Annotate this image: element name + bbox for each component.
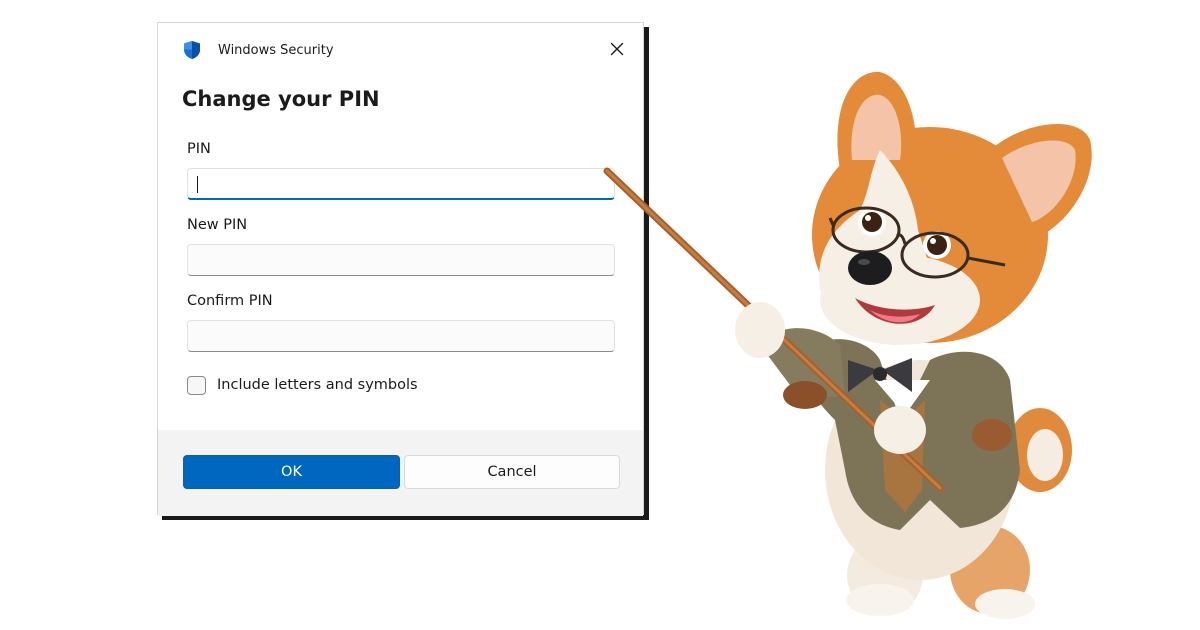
corgi-right-ear [990, 123, 1092, 240]
corgi-left-paw [846, 584, 914, 616]
title-bar: Windows Security [158, 23, 643, 75]
corgi-lower-paw [874, 406, 926, 454]
include-letters-label: Include letters and symbols [217, 377, 418, 393]
corgi-head [812, 127, 1048, 343]
corgi-mouth [855, 298, 935, 324]
corgi-right-eye [923, 231, 951, 259]
tweed-jacket [806, 339, 1020, 530]
confirm-pin-label: Confirm PIN [187, 293, 273, 309]
confirm-pin-input[interactable] [188, 321, 614, 351]
corgi-left-eye [858, 208, 886, 236]
bow-tie [848, 360, 878, 392]
stage: Windows Security Change your PIN PIN New… [0, 0, 1200, 630]
pin-field[interactable] [187, 168, 615, 200]
pin-label: PIN [187, 141, 211, 157]
change-pin-dialog: Windows Security Change your PIN PIN New… [157, 22, 644, 516]
dialog-heading: Change your PIN [182, 87, 380, 111]
include-letters-checkbox[interactable] [187, 375, 206, 395]
close-button[interactable] [603, 37, 631, 65]
pin-input[interactable] [188, 169, 614, 198]
include-letters-option[interactable]: Include letters and symbols [187, 374, 418, 396]
corgi-left-ear [837, 71, 917, 170]
ok-button[interactable]: OK [183, 455, 400, 489]
corgi-tail [1008, 408, 1072, 492]
confirm-pin-field[interactable] [187, 320, 615, 352]
corgi-right-paw [975, 589, 1035, 619]
new-pin-label: New PIN [187, 217, 248, 233]
vest [880, 400, 925, 512]
corgi-nose [848, 251, 892, 285]
shield-icon [182, 40, 202, 60]
new-pin-input[interactable] [188, 245, 614, 275]
glasses [831, 206, 901, 254]
text-caret [197, 176, 198, 193]
dialog-footer: OK Cancel [158, 430, 643, 516]
corgi-body [825, 360, 1015, 580]
pointer-stick [603, 167, 944, 492]
close-icon [610, 42, 624, 61]
corgi-upper-paw [735, 302, 785, 358]
corgi-left-leg [847, 535, 923, 615]
new-pin-field[interactable] [187, 244, 615, 276]
app-title: Windows Security [218, 43, 334, 58]
cancel-button[interactable]: Cancel [404, 455, 620, 489]
